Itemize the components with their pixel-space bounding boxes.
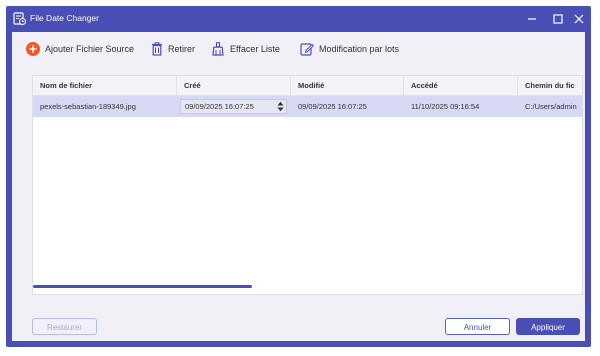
created-date-editor[interactable]: 09/09/2025 16:07:25 [180, 99, 287, 114]
file-table: Nom de fichier Créé Modifié Accédé Chemi… [32, 75, 583, 295]
client-area: Ajouter Fichier Source Retirer Effacer L… [12, 32, 585, 341]
table-header: Nom de fichier Créé Modifié Accédé Chemi… [33, 76, 582, 96]
trash-icon [152, 42, 162, 56]
cell-accessed: 11/10/2025 09:16:54 [411, 102, 480, 111]
close-icon[interactable] [572, 12, 586, 26]
column-header-modified[interactable]: Modifié [291, 76, 404, 95]
app-window: File Date Changer Ajouter Fichier Source [6, 6, 591, 347]
add-circle-icon [26, 42, 40, 56]
toolbar: Ajouter Fichier Source Retirer Effacer L… [12, 32, 585, 66]
column-header-accessed[interactable]: Accédé [404, 76, 518, 95]
table-row[interactable]: pexels-sebastian-189349.jpg 09/09/2025 1… [33, 96, 582, 117]
window-title: File Date Changer [30, 13, 99, 23]
column-header-created[interactable]: Créé [177, 76, 291, 95]
remove-label: Retirer [168, 44, 196, 54]
cell-path: C:/Users/admin [525, 102, 577, 111]
apply-button[interactable]: Appliquer [516, 318, 580, 335]
remove-button[interactable]: Retirer [151, 41, 195, 57]
clear-list-button[interactable]: Effacer Liste [211, 41, 280, 57]
spin-updown-icon[interactable] [277, 101, 284, 112]
maximize-icon[interactable] [551, 12, 565, 26]
clear-list-label: Effacer Liste [230, 44, 280, 54]
cell-filename: pexels-sebastian-189349.jpg [40, 102, 136, 111]
app-icon [13, 12, 26, 25]
cancel-button[interactable]: Annuler [445, 318, 510, 335]
title-bar: File Date Changer [6, 6, 591, 32]
add-source-file-button[interactable]: Ajouter Fichier Source [26, 41, 134, 57]
column-header-filename[interactable]: Nom de fichier [33, 76, 177, 95]
restore-button[interactable]: Restaurer [32, 318, 97, 335]
minimize-icon[interactable] [525, 12, 539, 26]
batch-edit-icon [300, 43, 314, 56]
cell-modified: 09/09/2025 16:07:25 [298, 102, 367, 111]
batch-modify-button[interactable]: Modification par lots [300, 41, 399, 57]
broom-icon [212, 42, 224, 56]
horizontal-scrollbar[interactable] [33, 285, 252, 288]
created-date-value: 09/09/2025 16:07:25 [185, 102, 254, 111]
column-header-path[interactable]: Chemin du fic [518, 76, 582, 95]
batch-modify-label: Modification par lots [319, 44, 400, 54]
add-source-file-label: Ajouter Fichier Source [45, 44, 135, 54]
